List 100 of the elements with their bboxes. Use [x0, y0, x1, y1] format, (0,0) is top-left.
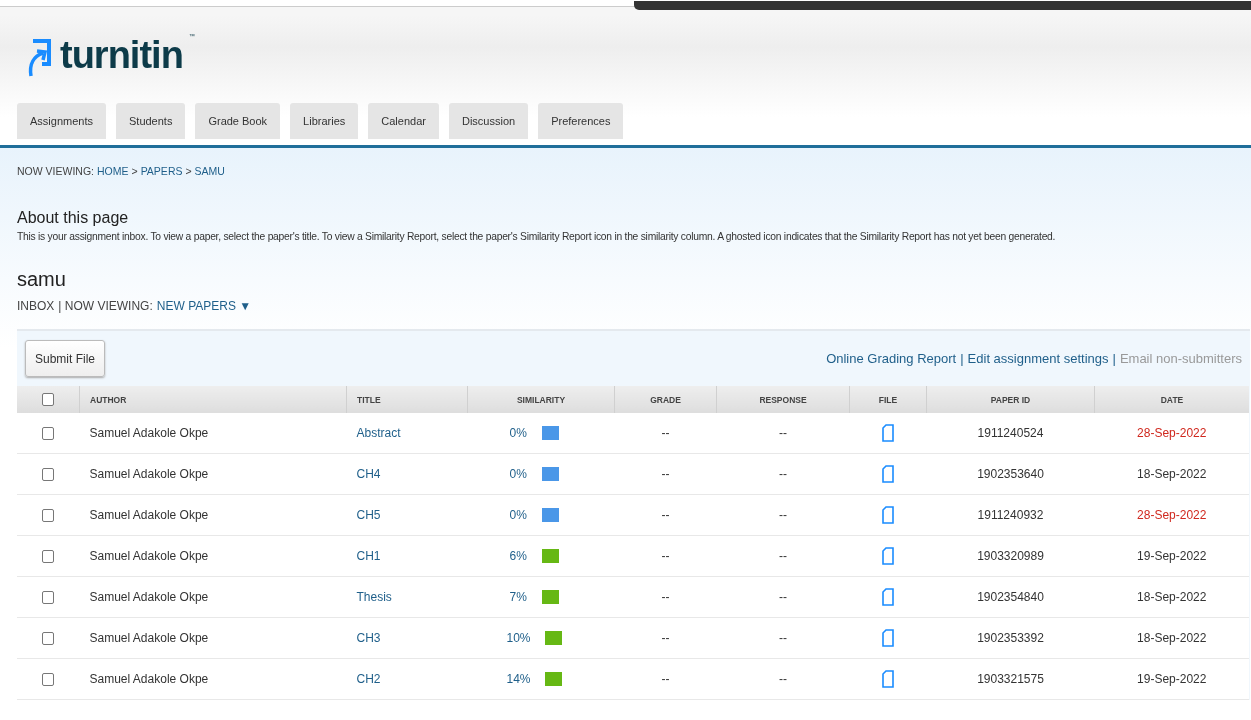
- date-cell: 18-Sep-2022: [1137, 631, 1207, 645]
- breadcrumb-link[interactable]: HOME: [97, 165, 129, 177]
- breadcrumb-label: NOW VIEWING:: [17, 165, 94, 177]
- column-header[interactable]: GRADE: [614, 386, 717, 413]
- grade-cell: --: [661, 467, 670, 481]
- description-text: This is your assignment inbox. To view a paper, select the paper's title. To view a Similarity Report, select the paper's Similarity Report icon in the similarity column. A ghosted icon indicates that the Similarity Report has not yet been generated.: [17, 231, 1057, 242]
- author-cell: Samuel Adakole Okpe: [89, 590, 209, 604]
- author-cell: Samuel Adakole Okpe: [89, 631, 209, 645]
- row-checkbox[interactable]: [42, 673, 55, 687]
- row-checkbox[interactable]: [42, 632, 55, 646]
- column-header[interactable]: AUTHOR: [79, 386, 347, 413]
- nav-tab[interactable]: Preferences: [538, 103, 624, 139]
- toolbar-link[interactable]: Edit assignment settings: [967, 351, 1109, 366]
- similarity-report-icon[interactable]: [541, 426, 559, 440]
- viewing-label: | NOW VIEWING:: [58, 299, 153, 313]
- paper-id-cell: 1903320989: [977, 549, 1044, 563]
- grade-cell: --: [661, 426, 670, 440]
- author-cell: Samuel Adakole Okpe: [89, 672, 209, 686]
- column-header[interactable]: FILE: [849, 386, 927, 413]
- document-icon[interactable]: [882, 629, 894, 647]
- date-cell: 28-Sep-2022: [1137, 426, 1207, 440]
- document-icon[interactable]: [882, 547, 894, 565]
- section-heading: About this page: [17, 209, 130, 227]
- paper-id-cell: 1902353392: [977, 631, 1044, 645]
- author-cell: Samuel Adakole Okpe: [89, 508, 209, 522]
- date-cell: 18-Sep-2022: [1137, 467, 1207, 481]
- nav-tab[interactable]: Calendar: [368, 103, 439, 139]
- similarity-report-icon[interactable]: [541, 590, 559, 604]
- paper-title-link[interactable]: CH3: [356, 631, 381, 645]
- row-checkbox[interactable]: [42, 550, 55, 564]
- link-separator: |: [1112, 351, 1116, 366]
- response-cell: --: [779, 508, 787, 522]
- response-cell: --: [779, 672, 787, 686]
- similarity-percent: 10%: [506, 631, 531, 645]
- row-checkbox[interactable]: [42, 427, 55, 441]
- similarity-report-icon[interactable]: [541, 467, 559, 481]
- toolbar-link[interactable]: Online Grading Report: [826, 351, 957, 366]
- date-cell: 19-Sep-2022: [1137, 549, 1207, 563]
- paper-title-link[interactable]: Abstract: [356, 426, 401, 440]
- submit-file-button[interactable]: Submit File: [25, 340, 106, 377]
- author-cell: Samuel Adakole Okpe: [89, 426, 209, 440]
- date-cell: 18-Sep-2022: [1137, 590, 1207, 604]
- logo-text[interactable]: turnitin: [60, 33, 183, 77]
- document-icon[interactable]: [882, 588, 894, 606]
- document-icon[interactable]: [882, 506, 894, 524]
- column-header[interactable]: TITLE: [346, 386, 468, 413]
- response-cell: --: [779, 426, 787, 440]
- nav-tab[interactable]: Grade Book: [195, 103, 281, 139]
- view-dropdown[interactable]: NEW PAPERS ▼: [156, 299, 252, 313]
- similarity-percent: 0%: [509, 467, 528, 481]
- row-checkbox[interactable]: [42, 591, 55, 605]
- row-checkbox[interactable]: [42, 468, 55, 482]
- author-cell: Samuel Adakole Okpe: [89, 549, 209, 563]
- paper-title-link[interactable]: CH2: [356, 672, 381, 686]
- document-icon[interactable]: [882, 670, 894, 688]
- document-icon[interactable]: [882, 424, 894, 442]
- column-header[interactable]: RESPONSE: [716, 386, 850, 413]
- paper-title-link[interactable]: CH5: [356, 508, 381, 522]
- similarity-percent: 7%: [509, 590, 528, 604]
- nav-tab[interactable]: Discussion: [448, 103, 529, 139]
- response-cell: --: [779, 631, 787, 645]
- column-header[interactable]: DATE: [1094, 386, 1249, 413]
- similarity-percent: 6%: [509, 549, 528, 563]
- similarity-report-icon[interactable]: [541, 508, 559, 522]
- response-cell: --: [779, 549, 787, 563]
- similarity-percent: 14%: [506, 672, 531, 686]
- grade-cell: --: [661, 508, 670, 522]
- nav-tab[interactable]: Libraries: [290, 103, 359, 139]
- similarity-report-icon[interactable]: [544, 672, 562, 686]
- paper-title-link[interactable]: CH4: [356, 467, 381, 481]
- response-cell: --: [779, 467, 787, 481]
- similarity-percent: 0%: [509, 426, 528, 440]
- column-header[interactable]: PAPER ID: [926, 386, 1095, 413]
- grade-cell: --: [661, 672, 670, 686]
- grade-cell: --: [661, 590, 670, 604]
- paper-id-cell: 1911240524: [977, 426, 1044, 440]
- paper-title-link[interactable]: CH1: [356, 549, 381, 563]
- assignment-title: samu: [17, 268, 67, 291]
- date-cell: 19-Sep-2022: [1137, 672, 1207, 686]
- similarity-report-icon[interactable]: [544, 631, 562, 645]
- breadcrumb-link[interactable]: PAPERS: [140, 165, 183, 177]
- paper-id-cell: 1911240932: [977, 508, 1044, 522]
- paper-title-link[interactable]: Thesis: [356, 590, 392, 604]
- response-cell: --: [779, 590, 787, 604]
- row-checkbox[interactable]: [42, 509, 55, 523]
- breadcrumb-separator: >: [131, 165, 138, 177]
- select-all-checkbox[interactable]: [42, 393, 54, 406]
- grade-cell: --: [661, 631, 670, 645]
- breadcrumb-link[interactable]: SAMU: [194, 165, 225, 177]
- paper-id-cell: 1903321575: [977, 672, 1044, 686]
- nav-tab[interactable]: Students: [116, 103, 186, 139]
- date-cell: 28-Sep-2022: [1137, 508, 1207, 522]
- similarity-report-icon[interactable]: [541, 549, 559, 563]
- document-icon[interactable]: [882, 465, 894, 483]
- column-header[interactable]: SIMILARITY: [467, 386, 615, 413]
- nav-tab[interactable]: Assignments: [17, 103, 106, 139]
- inbox-label: INBOX: [17, 299, 55, 313]
- paper-id-cell: 1902353640: [977, 467, 1044, 481]
- link-separator: |: [960, 351, 964, 366]
- author-cell: Samuel Adakole Okpe: [89, 467, 209, 481]
